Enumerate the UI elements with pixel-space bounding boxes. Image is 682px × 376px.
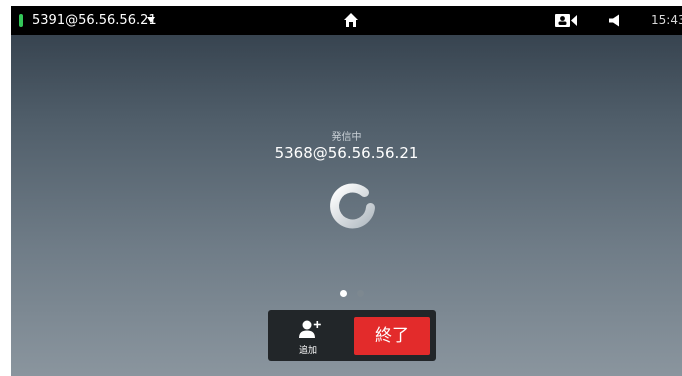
clock: 15:43 [651, 13, 682, 27]
page-dot-active[interactable] [340, 290, 347, 297]
speaker-icon[interactable] [608, 14, 622, 27]
home-icon[interactable] [343, 12, 359, 28]
callee-address: 5368@56.56.56.21 [274, 144, 419, 162]
call-screen: 5391@56.56.56.21 15:43 発信中 5368@56.56.56… [11, 6, 682, 376]
add-participant-button[interactable]: 追加 [268, 310, 348, 361]
end-call-button[interactable]: 終了 [354, 317, 430, 355]
triangle-down-icon[interactable] [146, 15, 156, 25]
page-dot[interactable] [357, 290, 364, 297]
call-toolbar: 追加 終了 [268, 310, 436, 361]
loading-spinner-icon [330, 183, 375, 229]
page-indicator [337, 290, 367, 298]
add-participant-label: 追加 [298, 346, 317, 356]
video-camera-icon[interactable] [554, 13, 578, 28]
call-status-text: 発信中 [331, 132, 362, 143]
account-status-indicator [19, 14, 23, 27]
add-person-icon [299, 320, 321, 338]
status-bar: 5391@56.56.56.21 15:43 [11, 6, 682, 35]
account-label[interactable]: 5391@56.56.56.21 [32, 13, 157, 28]
